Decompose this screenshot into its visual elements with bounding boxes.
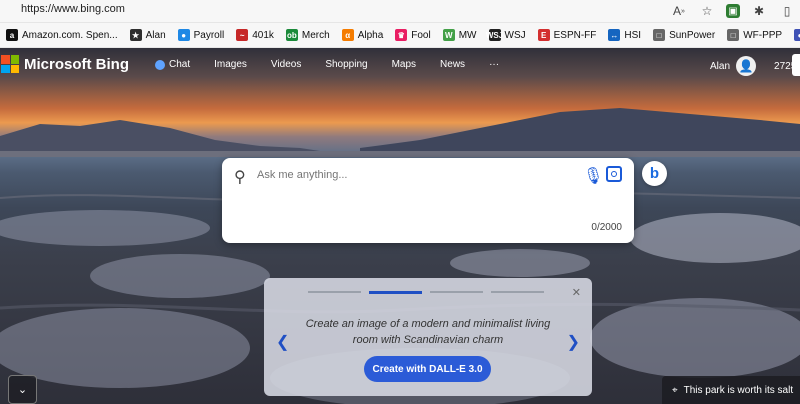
nav-more[interactable]: ··· (489, 59, 499, 70)
promo-text: Create an image of a modern and minimali… (305, 318, 551, 346)
bookmark-favicon-icon: W (442, 29, 455, 41)
character-counter: 0/2000 (591, 222, 622, 233)
copilot-icon (155, 59, 165, 70)
nav-videos[interactable]: Videos (271, 59, 301, 70)
user-name[interactable]: Alan (710, 61, 730, 72)
bookmark-favicon-icon: E (537, 29, 550, 41)
bookmark-item[interactable]: a Amazon.com. Spen... (0, 29, 124, 41)
search-input[interactable] (255, 168, 559, 182)
bookmark-favicon-icon: ↔ (608, 29, 621, 41)
bookmark-label: Fool (411, 29, 431, 41)
promo-card: ✕ ❮ Create an image of a modern and mini… (264, 278, 592, 396)
bookmark-label: ESPN-FF (553, 29, 597, 41)
read-aloud-icon[interactable]: A» (670, 2, 688, 20)
bookmark-item[interactable]: α Alpha (336, 29, 390, 41)
bookmark-label: 401k (252, 29, 274, 41)
bookmark-favicon-icon: □ (727, 29, 740, 41)
microsoft-bing-logo[interactable]: Microsoft Bing (1, 55, 129, 73)
bookmark-item[interactable]: ~401k (230, 29, 280, 41)
microsoft-logo-icon (1, 55, 19, 73)
user-area[interactable]: Alan 👤 2725 (710, 56, 796, 76)
carousel-indicators (308, 290, 544, 294)
chevron-down-icon: ⌄ (17, 384, 28, 396)
bookmark-item[interactable]: W MW (437, 29, 483, 41)
bing-header: Microsoft Bing Chat Images Videos Shoppi… (0, 48, 800, 82)
extension-icon[interactable]: ▣ (726, 4, 740, 18)
bookmark-favicon-icon: a (6, 29, 18, 41)
bookmark-label: Payroll (193, 29, 225, 41)
bookmark-label: WSJ (504, 29, 526, 41)
bookmark-favicon-icon: ★ (129, 29, 142, 41)
url-text[interactable]: https://www.bing.com (21, 3, 125, 15)
bookmark-favicon-icon: ~ (236, 29, 249, 41)
bookmark-label: Alan (145, 29, 166, 41)
bookmark-favicon-icon: ● (794, 29, 800, 41)
brand-name: Microsoft Bing (24, 55, 129, 73)
carousel-dot[interactable] (430, 291, 483, 293)
bookmark-item[interactable]: ♛ Fool (389, 29, 436, 41)
nav-chat[interactable]: Chat (155, 59, 190, 70)
image-info[interactable]: ⌖ This park is worth its salt (662, 376, 800, 404)
visual-search-icon[interactable] (606, 166, 622, 182)
copilot-button[interactable]: b (642, 161, 667, 186)
bookmark-item[interactable]: ●Payroll (172, 29, 231, 41)
top-nav: Chat Images Videos Shopping Maps News ··… (155, 59, 523, 70)
scroll-down-button[interactable]: ⌄ (8, 375, 37, 404)
bookmark-favicon-icon: ♛ (395, 29, 408, 41)
bookmark-label: WF-PPP (743, 29, 783, 41)
carousel-dot-active[interactable] (369, 290, 422, 294)
bookmark-item[interactable]: ★ Alan (124, 29, 172, 41)
bookmark-favicon-icon: ob (285, 29, 298, 41)
bookmark-label: Amazon.com. Spen... (22, 29, 118, 41)
avatar-icon[interactable]: 👤 (736, 56, 757, 76)
close-icon[interactable]: ✕ (572, 286, 581, 299)
previous-arrow-icon[interactable]: ❮ (276, 332, 289, 352)
bookmarks-bar: a Amazon.com. Spen... ★ Alan ● Payroll ~401k ob… (0, 23, 800, 48)
next-arrow-icon[interactable]: ❯ (567, 332, 580, 352)
carousel-dot[interactable] (308, 291, 361, 293)
address-bar[interactable]: https://www.bing.com A» ☆ ▣ ✱ ▯ (0, 0, 800, 23)
bookmark-item[interactable]: ●Payroll (788, 29, 800, 41)
bookmark-item[interactable]: ↔ HSI (602, 29, 647, 41)
puzzle-icon[interactable]: ✱ (750, 2, 768, 20)
bookmark-label: SunPower (669, 29, 716, 41)
bookmark-item[interactable]: □ WF-PPP (721, 29, 788, 41)
search-box[interactable]: ⚲ 🎙 0/2000 (222, 158, 634, 243)
bookmark-label: Alpha (357, 29, 384, 41)
location-pin-icon: ⌖ (672, 384, 678, 396)
microphone-icon[interactable]: 🎙 (583, 166, 603, 186)
star-icon[interactable]: ☆ (698, 2, 716, 20)
bookmark-item[interactable]: E ESPN-FF (532, 29, 603, 41)
carousel-dot[interactable] (491, 291, 544, 293)
bookmark-label: HSI (624, 29, 642, 41)
bookmark-item[interactable]: WSJ WSJ (483, 29, 532, 41)
bookmark-favicon-icon: □ (653, 29, 666, 41)
bookmark-favicon-icon: α (341, 29, 354, 41)
image-caption: This park is worth its salt (683, 384, 794, 396)
address-bar-actions: A» ☆ ▣ ✱ ▯ (670, 2, 796, 20)
split-screen-icon[interactable]: ▯ (778, 2, 796, 20)
menu-button[interactable] (792, 54, 800, 76)
nav-maps[interactable]: Maps (392, 59, 416, 70)
bookmark-item[interactable]: ob Merch (280, 29, 336, 41)
nav-images[interactable]: Images (214, 59, 247, 70)
bookmark-item[interactable]: □ SunPower (647, 29, 721, 41)
bookmark-label: MW (458, 29, 477, 41)
search-icon: ⚲ (234, 169, 246, 186)
bing-b-icon: b (649, 165, 660, 182)
bookmark-label: Merch (301, 29, 330, 41)
bookmark-favicon-icon: ● (177, 29, 190, 41)
nav-shopping[interactable]: Shopping (325, 59, 367, 70)
nav-news[interactable]: News (440, 59, 465, 70)
create-with-dalle-button[interactable]: Create with DALL-E 3.0 (364, 356, 491, 382)
bookmark-favicon-icon: WSJ (485, 29, 504, 41)
